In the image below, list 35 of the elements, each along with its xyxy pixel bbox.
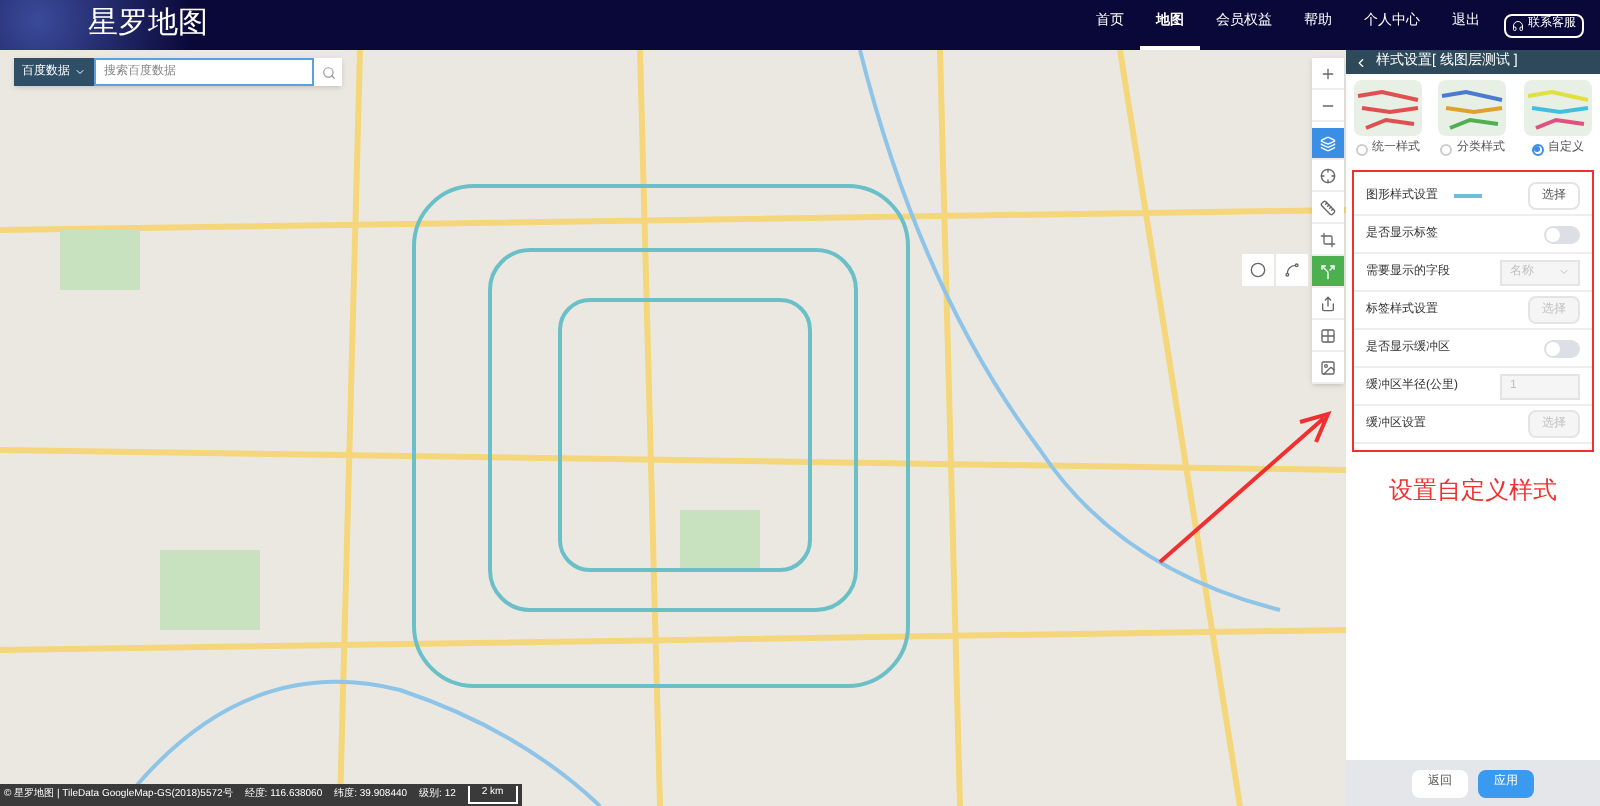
map-tool-button[interactable] (1312, 128, 1344, 160)
style-thumbnail[interactable] (1438, 80, 1507, 136)
search-button[interactable] (314, 58, 342, 86)
logo-text: 星罗地图 (88, 4, 208, 45)
search-icon (321, 65, 335, 79)
toggle-switch[interactable] (1544, 225, 1580, 243)
map-tool-button[interactable] (1312, 256, 1344, 288)
crop-icon (1320, 231, 1336, 247)
zoom-in-icon (1320, 65, 1336, 81)
layers-icon (1320, 135, 1336, 151)
split-icon (1320, 263, 1336, 279)
map-tool-button[interactable] (1312, 320, 1344, 352)
annotation-text: 设置自定义样式 (1389, 474, 1557, 508)
map-tool-button[interactable] (1312, 58, 1344, 90)
chevron-down-icon (74, 66, 86, 78)
map-tool-button[interactable] (1312, 160, 1344, 192)
map-tool-button[interactable] (1312, 352, 1344, 384)
style-thumbnail[interactable] (1354, 80, 1423, 136)
line-swatch (1454, 194, 1482, 198)
style-thumbnail[interactable] (1523, 80, 1592, 136)
crosshair-icon (1320, 167, 1336, 183)
draw-tool-button[interactable] (1242, 254, 1274, 286)
map-tool-button[interactable] (1312, 288, 1344, 320)
map-tool-button[interactable] (1312, 192, 1344, 224)
toggle-switch[interactable] (1544, 339, 1580, 357)
ruler-icon (1320, 199, 1336, 215)
map-tool-button[interactable] (1312, 224, 1344, 256)
draw-tool-button[interactable] (1276, 254, 1308, 286)
headset-icon (1512, 19, 1524, 31)
grid-icon (1320, 327, 1336, 343)
circle-icon (1250, 262, 1266, 278)
share-icon (1320, 295, 1336, 311)
back-chevron-icon[interactable] (1354, 55, 1368, 69)
chevron-down-icon (1558, 266, 1570, 278)
image-icon (1320, 359, 1336, 375)
